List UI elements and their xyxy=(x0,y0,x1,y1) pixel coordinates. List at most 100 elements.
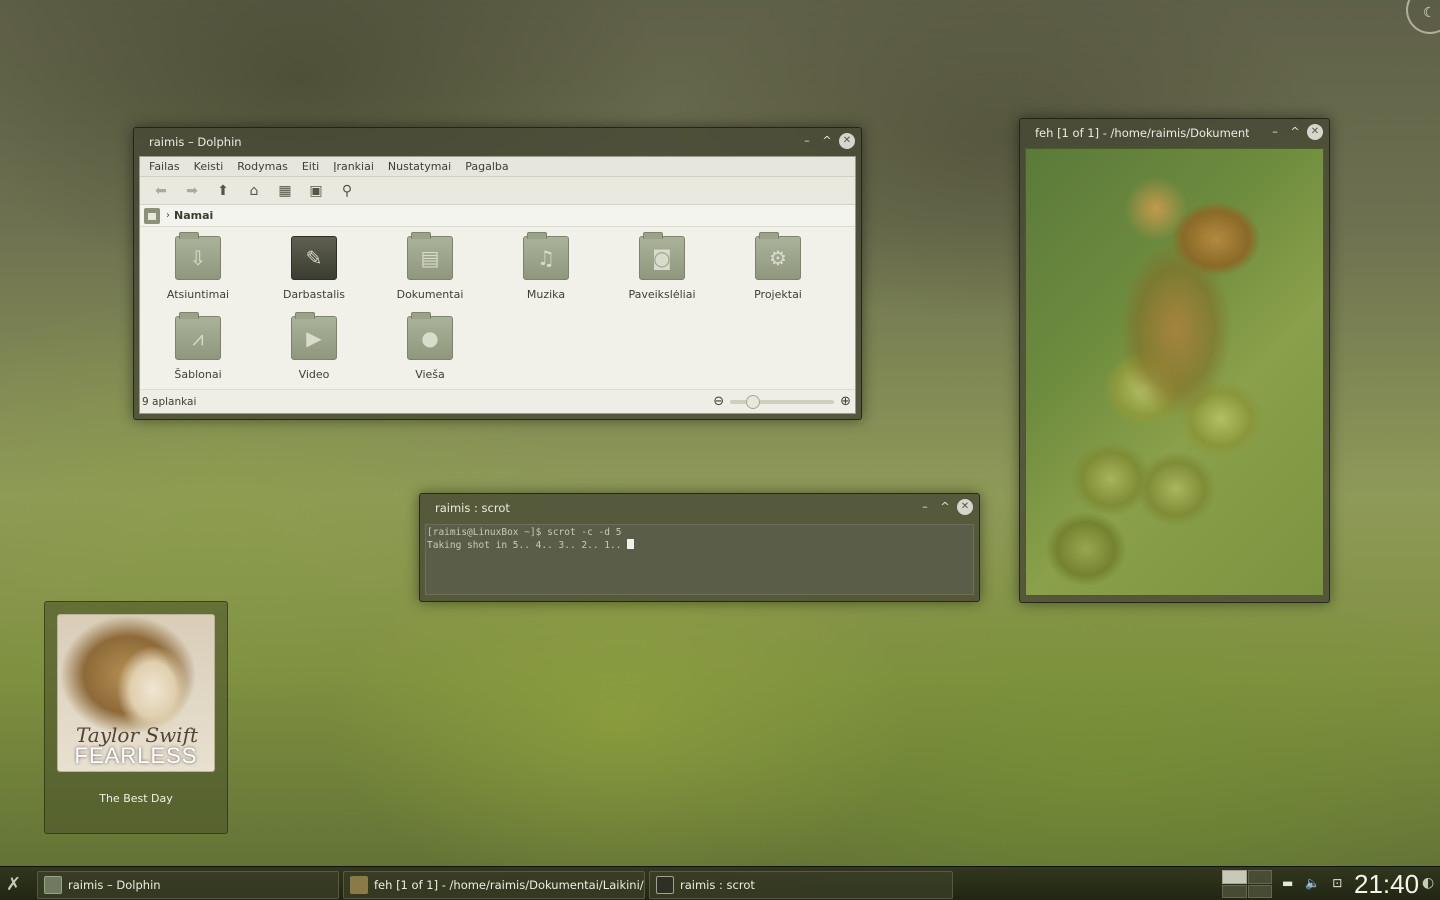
folder-label: Darbastalis xyxy=(282,288,346,301)
feh-icon xyxy=(350,876,368,894)
minimize-button[interactable]: – xyxy=(1267,124,1283,140)
clock[interactable]: 21:40 xyxy=(1354,869,1419,900)
folder-label: Paveikslėliai xyxy=(628,288,696,301)
folder-label: Video xyxy=(298,368,330,381)
folder-viesa[interactable]: ● Vieša xyxy=(380,312,480,381)
folder-label: Projektai xyxy=(754,288,802,301)
toolbar: ⬅ ➡ ⬆ ⌂ ▦ ▣ ⚲ xyxy=(140,177,855,205)
menu-keisti[interactable]: Keisti xyxy=(194,160,224,173)
zoom-out-icon[interactable]: ⊖ xyxy=(713,394,724,409)
terminal-line: [raimis@LinuxBox ~]$ scrot -c -d 5 xyxy=(427,527,622,538)
folder-label: Dokumentai xyxy=(396,288,464,301)
folder-muzika[interactable]: ♫ Muzika xyxy=(496,232,596,301)
album-cover: Taylor Swift FEARLESS xyxy=(57,614,215,772)
menubar: Failas Keisti Rodymas Eiti Įrankiai Nust… xyxy=(140,157,855,177)
window-title: feh [1 of 1] - /home/raimis/Dokumentai xyxy=(1035,126,1249,140)
menu-pagalba[interactable]: Pagalba xyxy=(465,160,508,173)
home-button[interactable]: ⌂ xyxy=(241,180,267,202)
view-mode-button[interactable]: ▦ xyxy=(272,180,298,202)
statusbar: 9 aplankai ⊖ ⊕ xyxy=(140,389,855,413)
up-button[interactable]: ⬆ xyxy=(210,180,236,202)
minimize-button[interactable]: – xyxy=(799,133,815,149)
terminal-cursor xyxy=(627,539,635,549)
folder-view: ⇩ Atsiuntimai ✎ Darbastalis ▤ Dokumentai… xyxy=(140,228,855,389)
feh-window: feh [1 of 1] - /home/raimis/Dokumentai –… xyxy=(1019,118,1330,603)
task-terminal[interactable]: raimis : scrot xyxy=(649,871,953,899)
folder-label: Šablonai xyxy=(174,368,222,381)
terminal-window: raimis : scrot – ^ ✕ [raimis@LinuxBox ~]… xyxy=(419,493,980,602)
download-icon: ⇩ xyxy=(175,232,221,280)
document-icon: ▤ xyxy=(407,232,453,280)
task-label: raimis – Dolphin xyxy=(68,878,161,892)
menu-irankiai[interactable]: Įrankiai xyxy=(333,160,374,173)
close-button[interactable]: ✕ xyxy=(957,499,973,515)
video-icon: ▶ xyxy=(291,312,337,360)
breadcrumb-label[interactable]: Namai xyxy=(174,209,213,222)
folder-projektai[interactable]: ⚙ Projektai xyxy=(728,232,828,301)
terminal-output[interactable]: [raimis@LinuxBox ~]$ scrot -c -d 5 Takin… xyxy=(425,524,974,595)
task-feh[interactable]: feh [1 of 1] - /home/raimis/Dokumentai/L… xyxy=(343,871,645,899)
forward-button[interactable]: ➡ xyxy=(179,180,205,202)
music-icon: ♫ xyxy=(523,232,569,280)
zoom-control: ⊖ ⊕ xyxy=(713,394,851,409)
zoom-in-icon[interactable]: ⊕ xyxy=(840,394,851,409)
now-playing-widget: Taylor Swift FEARLESS The Best Day xyxy=(44,601,228,834)
window-title: raimis : scrot xyxy=(435,501,510,515)
cover-title: FEARLESS xyxy=(74,743,198,768)
close-button[interactable]: ✕ xyxy=(1307,124,1323,140)
breadcrumb: › Namai xyxy=(140,205,855,227)
compass-icon: ⩘ xyxy=(175,312,221,360)
virtual-desktop-pager[interactable] xyxy=(1222,870,1272,898)
menu-failas[interactable]: Failas xyxy=(149,160,180,173)
battery-icon[interactable]: ▬ xyxy=(1282,876,1293,890)
home-icon[interactable] xyxy=(144,207,160,224)
chevron-right-icon: › xyxy=(166,210,170,221)
search-button[interactable]: ⚲ xyxy=(334,180,360,202)
volume-icon[interactable]: 🔈 xyxy=(1305,876,1320,890)
desktop-2[interactable] xyxy=(1247,870,1272,884)
status-text: 9 aplankai xyxy=(142,395,197,408)
toolbox-icon: ☾ xyxy=(1423,5,1436,21)
desktop-toolbox[interactable]: ☾ xyxy=(1406,0,1440,34)
maximize-button[interactable]: ^ xyxy=(819,133,835,149)
folder-dokumentai[interactable]: ▤ Dokumentai xyxy=(380,232,480,301)
camera-icon: ◙ xyxy=(639,232,685,280)
minimize-button[interactable]: – xyxy=(917,499,933,515)
menu-nustatymai[interactable]: Nustatymai xyxy=(388,160,451,173)
network-icon[interactable]: ⊡ xyxy=(1332,876,1342,890)
folder-label: Muzika xyxy=(526,288,566,301)
task-label: raimis : scrot xyxy=(680,878,755,892)
dolphin-window: raimis – Dolphin – ^ ✕ Failas Keisti Rod… xyxy=(133,127,862,420)
folder-paveiksleliai[interactable]: ◙ Paveikslėliai xyxy=(612,232,712,301)
dolphin-content: Failas Keisti Rodymas Eiti Įrankiai Nust… xyxy=(139,156,856,414)
terminal-line: Taking shot in 5.. 4.. 3.. 2.. 1.. xyxy=(427,540,628,551)
taskbar: ✗ raimis – Dolphin feh [1 of 1] - /home/… xyxy=(0,866,1440,900)
desktop-4[interactable] xyxy=(1247,884,1272,898)
back-button[interactable]: ⬅ xyxy=(148,180,174,202)
terminal-icon xyxy=(656,876,674,894)
user-icon: ● xyxy=(407,312,453,360)
dolphin-icon xyxy=(44,876,62,894)
close-button[interactable]: ✕ xyxy=(839,133,855,149)
task-label: feh [1 of 1] - /home/raimis/Dokumentai/L… xyxy=(374,878,645,892)
zoom-slider[interactable] xyxy=(730,394,835,409)
folder-sablonai[interactable]: ⩘ Šablonai xyxy=(148,312,248,381)
menu-rodymas[interactable]: Rodymas xyxy=(237,160,288,173)
folder-video[interactable]: ▶ Video xyxy=(264,312,364,381)
folder-label: Vieša xyxy=(415,368,445,381)
folder-darbastalis[interactable]: ✎ Darbastalis xyxy=(264,236,364,301)
menu-eiti[interactable]: Eiti xyxy=(302,160,319,173)
window-title: raimis – Dolphin xyxy=(149,135,242,149)
maximize-button[interactable]: ^ xyxy=(937,499,953,515)
application-launcher-icon[interactable]: ✗ xyxy=(6,874,21,895)
folder-atsiuntimai[interactable]: ⇩ Atsiuntimai xyxy=(148,232,248,301)
maximize-button[interactable]: ^ xyxy=(1287,124,1303,140)
desktop-3[interactable] xyxy=(1222,884,1247,898)
task-dolphin[interactable]: raimis – Dolphin xyxy=(37,871,339,899)
desktop-icon: ✎ xyxy=(291,236,337,280)
desktop-1[interactable] xyxy=(1222,870,1247,884)
song-title: The Best Day xyxy=(99,792,173,805)
zoom-slider-handle[interactable] xyxy=(745,394,760,409)
panel-toolbox-icon[interactable]: ◐ xyxy=(1422,875,1434,891)
preview-button[interactable]: ▣ xyxy=(303,180,329,202)
